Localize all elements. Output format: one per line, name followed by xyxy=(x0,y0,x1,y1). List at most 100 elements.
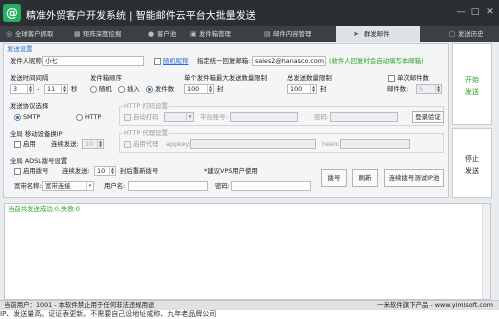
global-ip-count-input[interactable]: 10 ▲ ▼ xyxy=(82,139,104,149)
spin-icon[interactable]: ▲ ▼ xyxy=(435,85,441,93)
nav-item-customer-pool[interactable]: ● 客户池 xyxy=(146,26,186,42)
order-count-radio[interactable] xyxy=(146,86,153,93)
nav-item-customer-grab[interactable]: ◎ 全球客户抓取 xyxy=(4,26,70,42)
global-ip-count-label: 连续发送: xyxy=(51,140,79,148)
spin-icon[interactable]: ▲ ▼ xyxy=(97,140,103,148)
status-bar: 当前用户：1001 - 本软件禁止用于任何非法违规用途 一米软件旗下产品 - w… xyxy=(0,300,499,310)
dial-test-ip-button[interactable]: 连续拨号测试IP池 xyxy=(384,169,444,187)
window-title: 精准外贸客户开发系统 | 智能邮件云平台大批量发送 xyxy=(26,11,256,22)
single-count-checkbox[interactable] xyxy=(388,75,395,82)
use-proxy-label: 启用代理 xyxy=(133,140,159,148)
chevron-down-icon: ▾ xyxy=(86,182,93,190)
globe-icon: ◎ xyxy=(6,30,13,38)
status-right: 一米软件旗下产品 - www.yimisoft.com xyxy=(377,301,493,309)
sender-name-label: 发件人昵称: xyxy=(10,57,45,65)
outbox-icon: ▣ xyxy=(190,30,197,38)
dial-button[interactable]: 拨号 xyxy=(321,169,347,187)
global-ip-enable-label: 启用 xyxy=(23,140,36,148)
refresh-button[interactable]: 刷新 xyxy=(352,169,378,187)
single-count-sub-label: 邮件数: xyxy=(387,85,409,93)
neelc-input[interactable] xyxy=(340,139,410,149)
spin-icon[interactable]: ▲ ▼ xyxy=(109,167,115,175)
settings-header: 发送设置 xyxy=(7,45,33,53)
reply-email-input[interactable]: sales2@hanasco.com xyxy=(252,56,326,66)
random-nick-checkbox[interactable] xyxy=(154,58,161,65)
chevron-down-icon: ▾ xyxy=(186,113,193,121)
single-limit-input[interactable]: 100 ▲ ▼ xyxy=(184,84,214,94)
order-insert-label: 插入 xyxy=(127,85,140,93)
spin-icon[interactable]: ▲ ▼ xyxy=(207,85,213,93)
adsl-enable-checkbox[interactable] xyxy=(14,168,21,175)
protocol-http-radio[interactable] xyxy=(76,114,83,121)
appkey-input[interactable] xyxy=(190,139,316,149)
spin-icon[interactable]: ▲ ▼ xyxy=(61,85,67,93)
order-insert-radio[interactable] xyxy=(118,86,125,93)
adsl-count-label: 连续发送: xyxy=(62,167,90,175)
spin-icon[interactable]: ▲ ▼ xyxy=(310,85,316,93)
document-icon: ▤ xyxy=(264,30,271,38)
app-logo-icon: @ xyxy=(3,4,21,22)
use-proxy-checkbox[interactable] xyxy=(124,141,131,148)
http-code-group-label: HTTP 打码设置 xyxy=(123,102,169,111)
status-left: 当前用户：1001 - 本软件禁止用于任何非法违规用途 xyxy=(4,301,155,309)
order-random-radio[interactable] xyxy=(90,86,97,93)
single-limit-unit: 封 xyxy=(217,85,224,93)
send-log[interactable]: 当前共发送成功:0,失败:0 xyxy=(4,203,491,300)
protocol-http-label: HTTP xyxy=(85,113,102,121)
auto-code-checkbox[interactable] xyxy=(124,114,131,121)
adsl-username-label: 用户名: xyxy=(104,182,126,190)
adsl-after-label: 封后重新拨号 xyxy=(120,167,159,175)
total-limit-label: 总发送数量限制 xyxy=(287,74,332,82)
protocol-smtp-label: SMTP xyxy=(23,113,41,121)
minimize-icon[interactable]: — xyxy=(455,6,467,18)
adsl-label: 全局 ADSL拨号设置 xyxy=(10,157,68,165)
send-icon: ➤ xyxy=(353,30,359,38)
single-count-label: 单次邮件数 xyxy=(397,74,429,82)
random-nick-link[interactable]: 随机昵称 xyxy=(163,57,189,66)
login-verify-button[interactable]: 登录验证 xyxy=(412,111,444,123)
close-icon[interactable]: ✕ xyxy=(484,6,496,18)
nav-item-mass-send[interactable]: ➤ 群发邮件 xyxy=(336,26,420,42)
reply-hint: (收件人回复时会自动填写本邮箱) xyxy=(329,57,424,65)
broadband-label: 宽带名称: xyxy=(14,182,42,190)
neelc-label: neelc: xyxy=(322,140,342,148)
platform-account-input[interactable] xyxy=(230,112,298,122)
nav-item-content[interactable]: ▤ 邮件内容管理 xyxy=(262,26,328,42)
adsl-count-input[interactable]: 10 ▲ ▼ xyxy=(94,166,116,176)
appkey-label: appkey: xyxy=(166,140,191,148)
interval-label: 发送时间间隔 xyxy=(10,74,49,82)
broadband-select[interactable]: 宽带连接 ▾ xyxy=(42,181,94,191)
protocol-smtp-radio[interactable] xyxy=(14,114,21,121)
spin-icon[interactable]: ▲ ▼ xyxy=(27,85,33,93)
nav-item-matrix-mining[interactable]: ▦ 矩阵深度挖掘 xyxy=(72,26,142,42)
interval-unit: 秒 xyxy=(71,85,78,93)
adsl-password-input[interactable] xyxy=(231,181,311,191)
log-summary: 当前共发送成功:0,失败:0 xyxy=(8,205,80,213)
nav-item-outbox[interactable]: ▣ 发件箱管理 xyxy=(188,26,254,42)
users-icon: ● xyxy=(148,30,155,38)
platform-password-input[interactable] xyxy=(330,112,398,122)
reply-label: 指定统一回复邮箱: xyxy=(197,57,251,65)
interval-to-input[interactable]: 11 ▲ ▼ xyxy=(44,84,68,94)
stop-send-button[interactable]: 停止 发送 xyxy=(452,128,492,198)
global-ip-enable-checkbox[interactable] xyxy=(14,141,21,148)
start-send-button[interactable]: 开始 发送 xyxy=(452,43,492,125)
adsl-username-input[interactable] xyxy=(128,181,208,191)
log-scrollbar[interactable] xyxy=(482,204,490,299)
maximize-icon[interactable]: □ xyxy=(469,6,481,18)
send-settings-panel: 发送设置 发件人昵称: 小七 随机昵称 指定统一回复邮箱: sales2@han… xyxy=(3,43,449,198)
single-limit-label: 单个发件箱最大发送数量限制 xyxy=(184,74,268,82)
nav-item-history[interactable]: ▢ 发送历史 xyxy=(447,26,499,42)
single-count-input[interactable]: 5 ▲ ▼ xyxy=(416,84,442,94)
adsl-enable-label: 启用拨号 xyxy=(23,167,49,175)
interval-from-input[interactable]: 3 ▲ ▼ xyxy=(10,84,34,94)
order-random-label: 随机 xyxy=(99,85,112,93)
sender-name-input[interactable]: 小七 xyxy=(42,56,144,66)
total-limit-input[interactable]: 100 ▲ ▼ xyxy=(287,84,317,94)
order-count-label: 发件数 xyxy=(155,85,175,93)
code-platform-select[interactable]: ▾ xyxy=(164,112,194,122)
protocol-label: 发送协议选择 xyxy=(10,102,49,110)
total-limit-unit: 封 xyxy=(320,85,327,93)
vps-note: *建议VPS用户使用 xyxy=(204,167,258,175)
platform-account-label: 平台账号: xyxy=(200,113,228,121)
